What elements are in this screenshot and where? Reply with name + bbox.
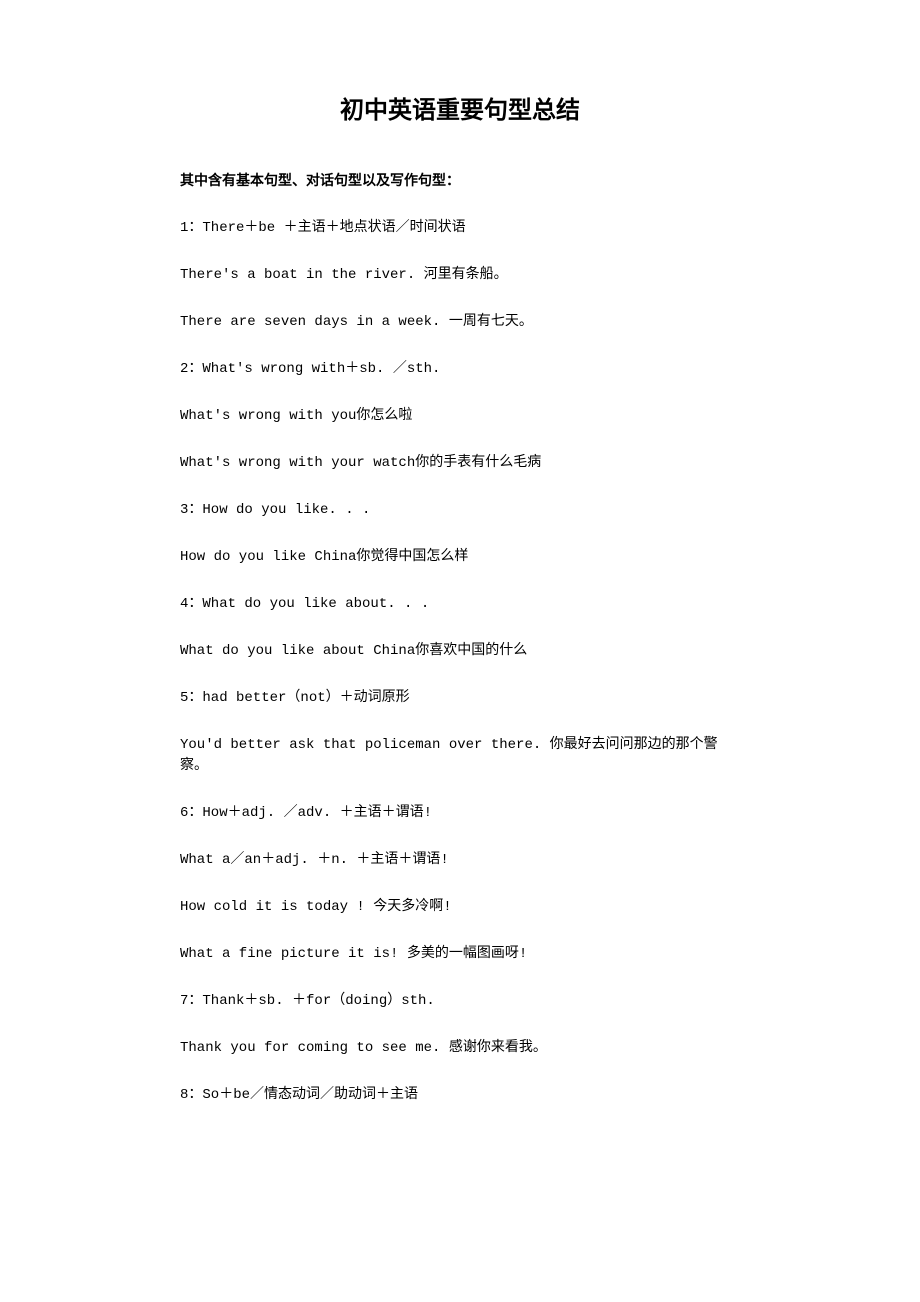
content-line: How cold it is today ! 今天多冷啊!	[180, 897, 740, 918]
document-page: 初中英语重要句型总结 其中含有基本句型、对话句型以及写作句型： 1：There＋…	[0, 0, 920, 1212]
document-subtitle: 其中含有基本句型、对话句型以及写作句型：	[180, 170, 740, 190]
content-line: What's wrong with you你怎么啦	[180, 406, 740, 427]
content-line: 5：had better（not）＋动词原形	[180, 688, 740, 709]
content-line: 1：There＋be ＋主语＋地点状语／时间状语	[180, 218, 740, 239]
content-line: What's wrong with your watch你的手表有什么毛病	[180, 453, 740, 474]
document-title: 初中英语重要句型总结	[180, 90, 740, 125]
content-line: What a／an＋adj. ＋n. ＋主语＋谓语!	[180, 850, 740, 871]
content-line: 4：What do you like about. . .	[180, 594, 740, 615]
content-line: What do you like about China你喜欢中国的什么	[180, 641, 740, 662]
content-line: There are seven days in a week. 一周有七天。	[180, 312, 740, 333]
content-line: You'd better ask that policeman over the…	[180, 735, 740, 777]
content-line: There's a boat in the river. 河里有条船。	[180, 265, 740, 286]
content-line: 8：So＋be／情态动词／助动词＋主语	[180, 1085, 740, 1106]
content-line: 6：How＋adj. ／adv. ＋主语＋谓语!	[180, 803, 740, 824]
content-line: 3：How do you like. . .	[180, 500, 740, 521]
content-line: 2：What's wrong with＋sb. ／sth.	[180, 359, 740, 380]
content-line: 7：Thank＋sb. ＋for（doing）sth.	[180, 991, 740, 1012]
content-line: What a fine picture it is! 多美的一幅图画呀!	[180, 944, 740, 965]
content-line: How do you like China你觉得中国怎么样	[180, 547, 740, 568]
content-line: Thank you for coming to see me. 感谢你来看我。	[180, 1038, 740, 1059]
